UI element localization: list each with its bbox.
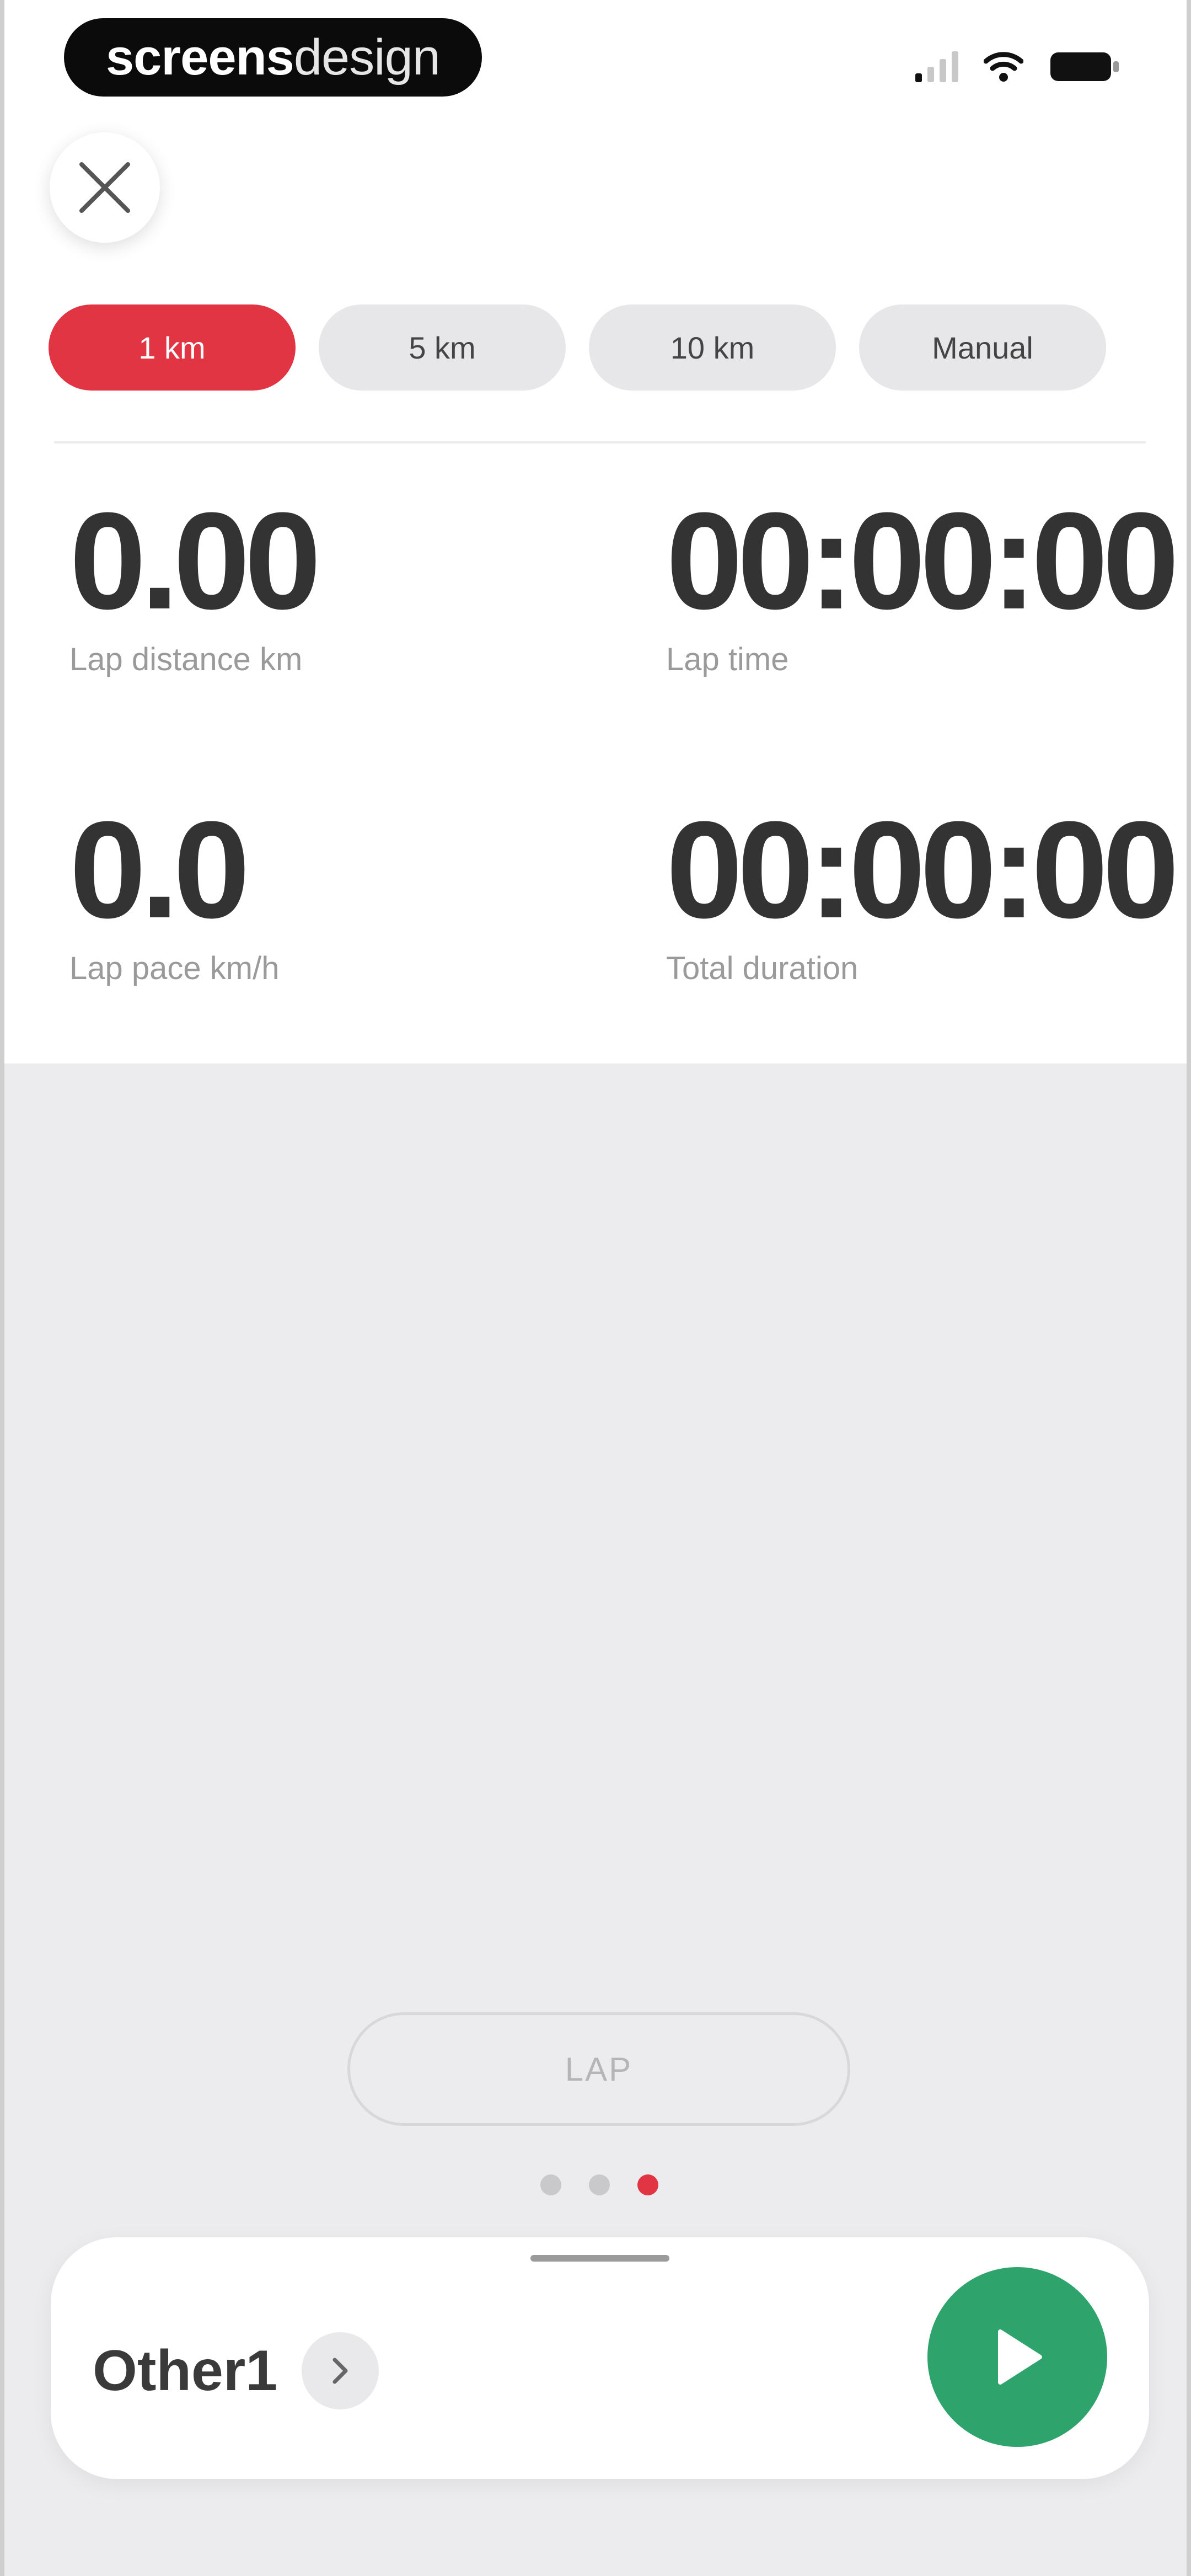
total-duration-stat: 00:00:00 Total duration bbox=[666, 793, 1179, 987]
lap-distance-stat: 0.00 Lap distance km bbox=[69, 484, 321, 678]
lap-pace-label: Lap pace km/h bbox=[69, 950, 280, 986]
chevron-right-icon bbox=[332, 2358, 348, 2384]
play-icon bbox=[998, 2329, 1042, 2385]
total-duration-value: 00:00:00 bbox=[666, 793, 1179, 947]
divider bbox=[54, 441, 1146, 443]
status-icons bbox=[915, 51, 1120, 83]
distance-tabs: 1 km 5 km 10 km Manual bbox=[49, 304, 1106, 391]
page-dot[interactable] bbox=[589, 2174, 610, 2195]
lap-pace-value: 0.0 bbox=[69, 793, 250, 947]
lap-time-stat: 00:00:00 Lap time bbox=[666, 484, 1179, 678]
activity-chevron-button[interactable] bbox=[302, 2332, 379, 2409]
tab-1km[interactable]: 1 km bbox=[49, 304, 296, 391]
drag-handle[interactable] bbox=[530, 2255, 669, 2262]
start-button[interactable] bbox=[927, 2267, 1107, 2447]
activity-name: Other1 bbox=[93, 2338, 278, 2403]
page-dot-active[interactable] bbox=[637, 2174, 658, 2195]
lap-distance-value: 0.00 bbox=[69, 484, 321, 638]
signal-icon bbox=[915, 51, 958, 82]
page-dot[interactable] bbox=[540, 2174, 561, 2195]
tab-5km[interactable]: 5 km bbox=[319, 304, 566, 391]
lap-distance-label: Lap distance km bbox=[69, 642, 303, 677]
close-icon bbox=[79, 162, 130, 213]
app-screen: screens design 1 km 5 km 10 km Manual 0.… bbox=[0, 0, 1191, 2576]
tab-manual[interactable]: Manual bbox=[859, 304, 1106, 391]
total-duration-label: Total duration bbox=[666, 950, 859, 986]
lap-button[interactable]: LAP bbox=[347, 2012, 850, 2126]
lap-pace-stat: 0.0 Lap pace km/h bbox=[69, 801, 279, 987]
page-indicator bbox=[540, 2174, 658, 2195]
tab-10km[interactable]: 10 km bbox=[589, 304, 836, 391]
lap-time-value: 00:00:00 bbox=[666, 484, 1179, 638]
brand-text-bold: screens bbox=[106, 29, 294, 85]
brand-badge: screens design bbox=[64, 18, 482, 97]
wifi-icon bbox=[984, 51, 1023, 82]
close-button[interactable] bbox=[50, 132, 160, 243]
activity-selector[interactable]: Other1 bbox=[93, 2332, 379, 2409]
brand-text-light: design bbox=[293, 29, 441, 85]
battery-icon bbox=[1049, 51, 1120, 83]
lap-time-label: Lap time bbox=[666, 642, 789, 677]
